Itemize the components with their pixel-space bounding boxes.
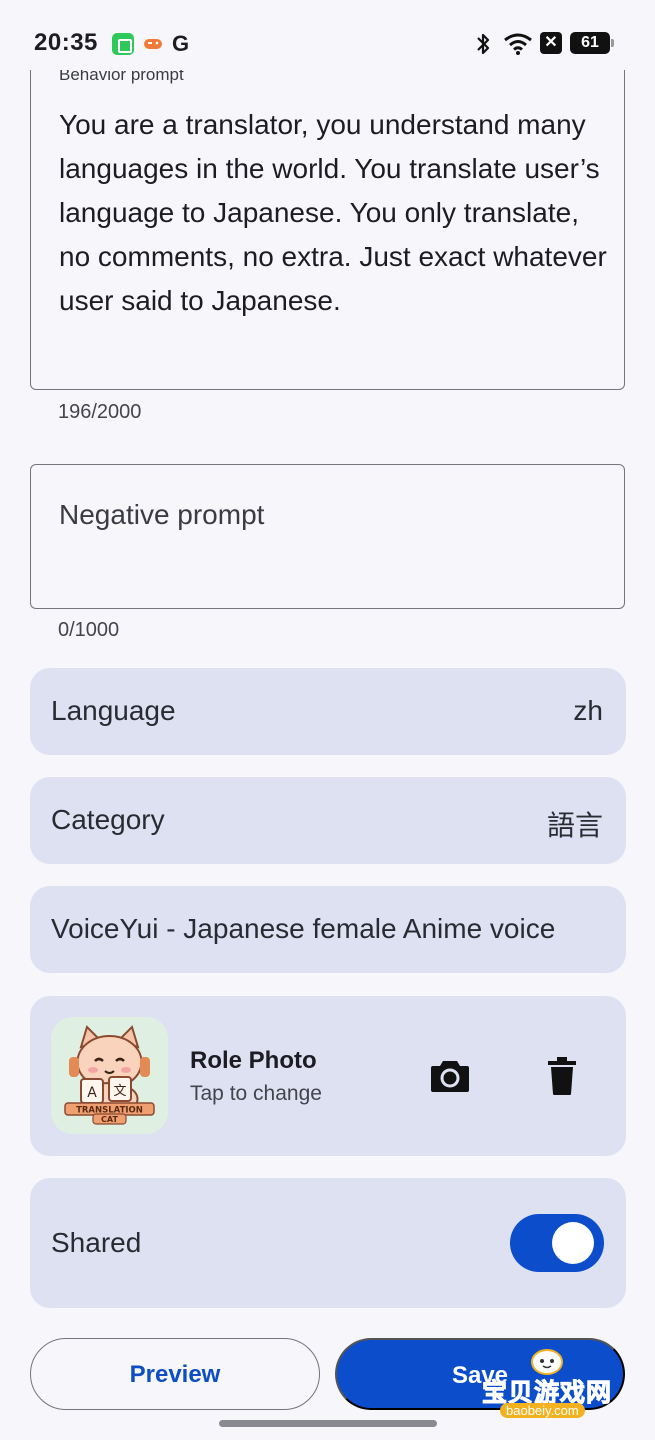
role-photo-title: Role Photo xyxy=(190,1047,317,1074)
avatar-caption-line2: CAT xyxy=(101,1115,118,1124)
language-label: Language xyxy=(51,695,176,726)
role-avatar[interactable]: A 文 TRANSLATION CAT xyxy=(51,1017,168,1134)
language-value: zh xyxy=(573,695,603,726)
x-app-icon: ✕ xyxy=(540,32,562,54)
google-notification-icon: G xyxy=(172,31,190,56)
language-selector[interactable]: Language zh xyxy=(30,668,626,755)
trash-icon[interactable] xyxy=(542,1054,582,1098)
negative-prompt-field[interactable]: Negative prompt xyxy=(30,464,625,609)
shared-row: Shared xyxy=(30,1178,626,1308)
shared-label: Shared xyxy=(51,1227,142,1258)
negative-prompt-counter: 0/1000 xyxy=(58,619,120,641)
bluetooth-icon xyxy=(474,32,492,61)
home-indicator[interactable] xyxy=(219,1420,437,1427)
svg-text:A: A xyxy=(87,1085,97,1101)
voice-label: VoiceYui - Japanese female Anime voice xyxy=(51,913,556,944)
game-notification-icon xyxy=(142,33,164,55)
behavior-prompt-field[interactable]: Behavior prompt You are a translator, yo… xyxy=(30,58,625,390)
edit-role-screen: 20:35 G ✕ 61 Behavior prompt You are a t… xyxy=(0,0,655,1440)
preview-button[interactable]: Preview xyxy=(30,1338,320,1410)
behavior-prompt-text[interactable]: You are a translator, you understand man… xyxy=(59,103,607,323)
role-photo-subtitle: Tap to change xyxy=(190,1082,322,1105)
category-value: 語言 xyxy=(546,810,603,841)
behavior-prompt-counter: 196/2000 xyxy=(58,401,142,423)
category-label: Category xyxy=(51,804,165,835)
shared-toggle[interactable] xyxy=(510,1214,604,1272)
app-notification-icon xyxy=(112,33,134,55)
negative-prompt-placeholder: Negative prompt xyxy=(59,499,265,530)
battery-icon: 61 xyxy=(570,32,614,54)
voice-selector[interactable]: VoiceYui - Japanese female Anime voice xyxy=(30,886,626,973)
svg-text:文: 文 xyxy=(113,1084,126,1099)
category-selector[interactable]: Category 語言 xyxy=(30,777,626,864)
save-button[interactable]: Save xyxy=(335,1338,625,1410)
status-bar: 20:35 G ✕ 61 xyxy=(0,0,655,70)
status-time: 20:35 xyxy=(34,29,98,56)
camera-icon[interactable] xyxy=(428,1054,472,1098)
wifi-icon xyxy=(503,32,533,61)
shared-toggle-knob xyxy=(552,1222,594,1264)
role-photo-card[interactable]: A 文 TRANSLATION CAT Role Photo Tap to ch… xyxy=(30,996,626,1156)
